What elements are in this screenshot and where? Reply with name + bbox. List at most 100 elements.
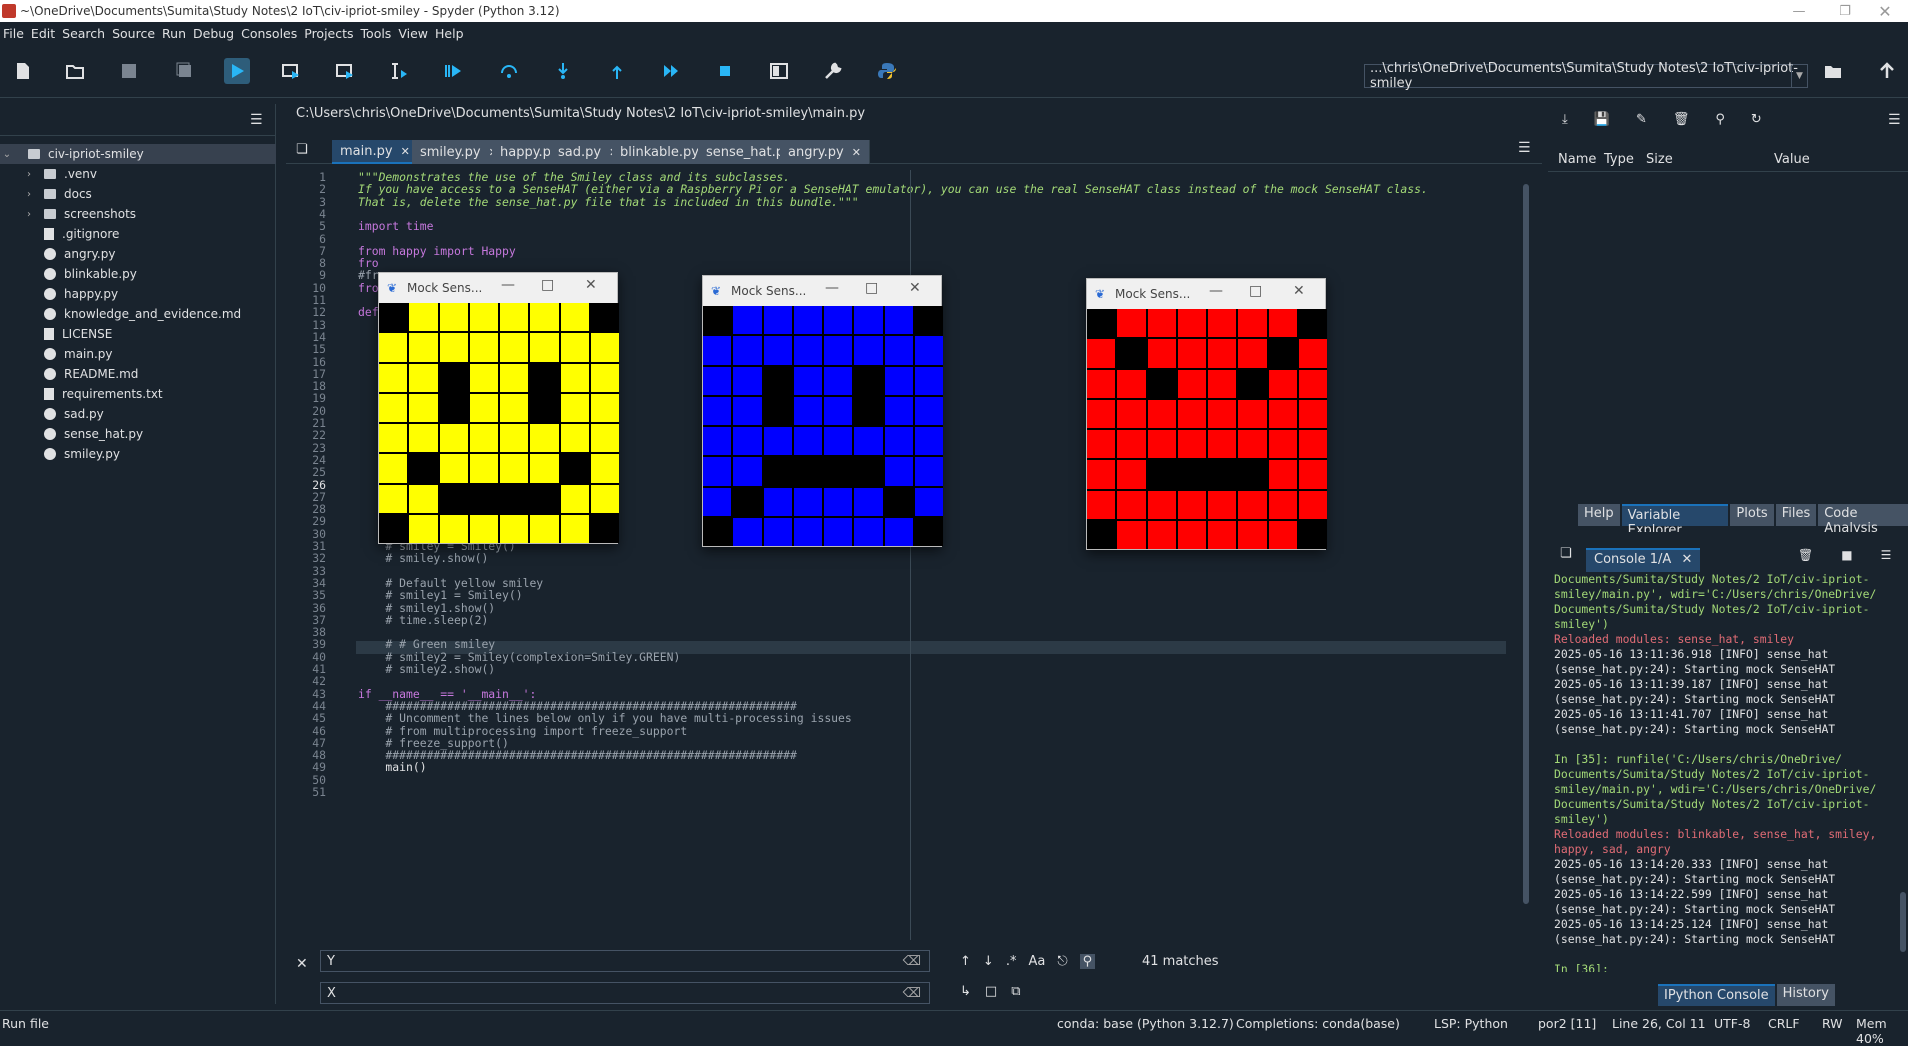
mock-window-titlebar[interactable]: ❦ Mock Sens... bbox=[1087, 279, 1325, 309]
replace-icon[interactable]: ↳ bbox=[960, 984, 971, 999]
maximize-icon[interactable]: □ bbox=[541, 277, 554, 293]
chevron-right-icon[interactable]: › bbox=[22, 209, 36, 220]
scrollbar-thumb[interactable] bbox=[1523, 184, 1529, 904]
replace-input[interactable]: X ⌫ bbox=[320, 982, 930, 1004]
status-git[interactable]: por2 [11] bbox=[1538, 1016, 1596, 1031]
refresh-icon[interactable]: ↻ bbox=[1751, 112, 1762, 127]
column-value[interactable]: Value bbox=[1774, 152, 1810, 167]
clear-find-icon[interactable]: ⌫ bbox=[903, 954, 921, 969]
chevron-down-icon[interactable]: ▼ bbox=[1791, 65, 1807, 87]
tree-item[interactable]: happy.py bbox=[0, 284, 276, 304]
maximize-icon[interactable]: □ bbox=[865, 280, 878, 296]
new-file-icon[interactable] bbox=[10, 58, 36, 84]
run-file-icon[interactable] bbox=[224, 58, 250, 84]
console-browse-icon[interactable]: ❏ bbox=[1560, 546, 1572, 561]
column-size[interactable]: Size bbox=[1646, 152, 1673, 167]
search-selection-icon[interactable]: ⚲ bbox=[1079, 954, 1096, 969]
minimize-icon[interactable]: — bbox=[825, 280, 839, 296]
remove-all-icon[interactable]: 🗑 bbox=[1673, 112, 1690, 127]
step-into-icon[interactable] bbox=[550, 58, 576, 84]
editor-options-icon[interactable]: ☰ bbox=[1518, 140, 1531, 156]
tab-variable-explorer[interactable]: Variable Explorer bbox=[1621, 504, 1729, 538]
tree-item[interactable]: requirements.txt bbox=[0, 384, 276, 404]
open-file-icon[interactable] bbox=[62, 58, 88, 84]
close-tab-icon[interactable]: ✕ bbox=[401, 145, 410, 158]
tree-item[interactable]: README.md bbox=[0, 364, 276, 384]
regex-icon[interactable]: .* bbox=[1006, 954, 1017, 969]
pane-menu-icon[interactable]: ☰ bbox=[250, 112, 263, 128]
replace-all-icon[interactable]: ⧉ bbox=[1011, 984, 1020, 999]
tree-item[interactable]: › screenshots bbox=[0, 204, 276, 224]
close-icon[interactable]: ✕ bbox=[909, 280, 921, 296]
tab-code-analysis[interactable]: Code Analysis bbox=[1818, 504, 1908, 536]
tab-files[interactable]: Files bbox=[1775, 504, 1817, 526]
interrupt-kernel-icon[interactable]: ■ bbox=[1841, 548, 1852, 562]
mock-sensehat-window[interactable]: ❦ Mock Sens... — □ ✕ bbox=[702, 275, 943, 547]
mock-window-titlebar[interactable]: ❦ Mock Sens... bbox=[379, 273, 617, 303]
close-icon[interactable]: ✕ bbox=[585, 277, 597, 293]
menu-file[interactable]: File bbox=[0, 26, 28, 41]
column-name[interactable]: Name bbox=[1558, 152, 1596, 167]
close-console-icon[interactable]: ✕ bbox=[1681, 552, 1692, 567]
preferences-wrench-icon[interactable] bbox=[820, 58, 846, 84]
menu-run[interactable]: Run bbox=[159, 26, 190, 41]
python-path-icon[interactable] bbox=[874, 58, 900, 84]
maximize-pane-icon[interactable] bbox=[766, 58, 792, 84]
chevron-right-icon[interactable]: › bbox=[22, 169, 36, 180]
console-output[interactable]: Documents/Sumita/Study Notes/2 IoT/civ-i… bbox=[1554, 572, 1894, 972]
tree-item[interactable]: LICENSE bbox=[0, 324, 276, 344]
minimize-icon[interactable]: — bbox=[501, 277, 515, 293]
console-options-icon[interactable]: ☰ bbox=[1881, 548, 1892, 562]
column-type[interactable]: Type bbox=[1604, 152, 1634, 167]
tab-angry-py[interactable]: angry.py ✕ bbox=[780, 140, 870, 164]
menu-consoles[interactable]: Consoles bbox=[238, 26, 301, 41]
save-icon[interactable] bbox=[116, 58, 142, 84]
save-all-icon[interactable] bbox=[172, 58, 198, 84]
menu-edit[interactable]: Edit bbox=[28, 26, 59, 41]
replace-selection-icon[interactable]: □ bbox=[985, 984, 997, 999]
tree-item[interactable]: .gitignore bbox=[0, 224, 276, 244]
parent-directory-icon[interactable] bbox=[1874, 58, 1900, 84]
find-next-icon[interactable]: ↓ bbox=[983, 954, 994, 969]
console-tab[interactable]: Console 1/A ✕ bbox=[1586, 548, 1701, 572]
save-data-as-icon[interactable]: ✎ bbox=[1636, 112, 1647, 127]
menu-debug[interactable]: Debug bbox=[190, 26, 238, 41]
console-scrollbar[interactable] bbox=[1900, 572, 1906, 972]
tree-item[interactable]: angry.py bbox=[0, 244, 276, 264]
continue-icon[interactable] bbox=[658, 58, 684, 84]
run-cell-advance-icon[interactable] bbox=[332, 58, 358, 84]
step-return-icon[interactable] bbox=[604, 58, 630, 84]
run-cell-icon[interactable] bbox=[278, 58, 304, 84]
tree-item[interactable]: sense_hat.py bbox=[0, 424, 276, 444]
tree-root[interactable]: ⌄ civ-ipriot-smiley bbox=[0, 144, 276, 164]
close-icon[interactable]: ✕ bbox=[1293, 283, 1305, 299]
tab-main-py[interactable]: main.py ✕ bbox=[332, 140, 419, 164]
menu-projects[interactable]: Projects bbox=[301, 26, 357, 41]
tree-item[interactable]: › docs bbox=[0, 184, 276, 204]
close-tab-icon[interactable]: ✕ bbox=[852, 146, 861, 159]
whole-word-icon[interactable]: ⎋ bbox=[1057, 954, 1067, 969]
browse-directory-icon[interactable] bbox=[1820, 58, 1846, 84]
menu-search[interactable]: Search bbox=[59, 26, 109, 41]
minimize-button[interactable]: — bbox=[1776, 0, 1822, 22]
mock-sensehat-window[interactable]: ❦ Mock Sens... — □ ✕ bbox=[378, 272, 619, 544]
status-lsp[interactable]: LSP: Python bbox=[1434, 1016, 1508, 1031]
menu-source[interactable]: Source bbox=[109, 26, 159, 41]
chevron-right-icon[interactable]: › bbox=[22, 189, 36, 200]
tree-item[interactable]: knowledge_and_evidence.md bbox=[0, 304, 276, 324]
console-scroll-thumb[interactable] bbox=[1900, 892, 1906, 952]
working-directory-combo[interactable]: ...\chris\OneDrive\Documents\Sumita\Stud… bbox=[1364, 61, 1808, 91]
tab-history[interactable]: History bbox=[1776, 984, 1835, 1006]
tree-item[interactable]: smiley.py bbox=[0, 444, 276, 464]
varx-options-icon[interactable]: ☰ bbox=[1888, 112, 1901, 128]
tab-ipython-console[interactable]: IPython Console bbox=[1658, 984, 1775, 1006]
menu-tools[interactable]: Tools bbox=[358, 26, 396, 41]
tree-item[interactable]: main.py bbox=[0, 344, 276, 364]
case-sensitive-icon[interactable]: Aa bbox=[1028, 954, 1045, 969]
import-data-icon[interactable]: ⤓ bbox=[1562, 112, 1568, 127]
tree-item[interactable]: › .venv bbox=[0, 164, 276, 184]
save-data-icon[interactable]: 💾 bbox=[1594, 112, 1610, 127]
tab-help[interactable]: Help bbox=[1578, 504, 1620, 526]
clear-console-icon[interactable]: 🗑 bbox=[1798, 548, 1813, 562]
mock-window-titlebar[interactable]: ❦ Mock Sens... bbox=[703, 276, 941, 306]
